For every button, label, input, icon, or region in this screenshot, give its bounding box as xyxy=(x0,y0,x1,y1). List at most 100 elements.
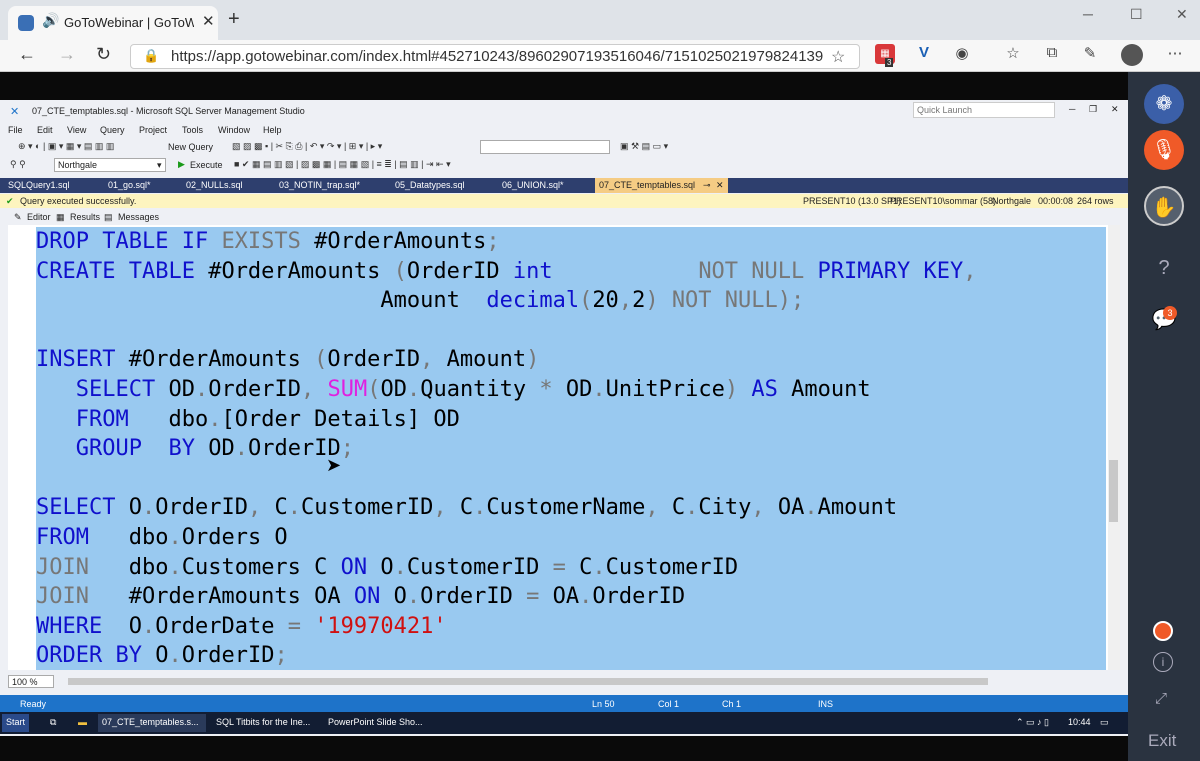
menu-edit[interactable]: Edit xyxy=(37,125,53,135)
database-name: Northgale xyxy=(58,160,98,170)
subtab-editor[interactable]: Editor xyxy=(27,212,51,222)
taskbar-item-ssms[interactable]: 07_CTE_temptables.s... xyxy=(98,714,206,732)
document-tabs xyxy=(0,178,1128,193)
mute-microphone-icon[interactable]: 🎙 xyxy=(1144,130,1184,170)
fullscreen-icon[interactable]: ⤢ xyxy=(1155,690,1167,707)
more-menu-icon[interactable]: ⋯ xyxy=(1165,44,1185,64)
pin-icon[interactable]: ⊸ xyxy=(703,180,711,191)
raise-hand-icon[interactable]: ✋ xyxy=(1144,186,1184,226)
taskbar-powerpoint-label: PowerPoint Slide Sho... xyxy=(328,717,423,727)
tray-icons[interactable]: ⌃ ▭ ♪ ▯ xyxy=(1012,714,1053,732)
extension-badge: 3 xyxy=(885,58,894,67)
execute-button[interactable]: Execute xyxy=(190,160,223,170)
database-selector[interactable]: Northgale ▾ xyxy=(54,158,166,172)
row-count: 264 rows xyxy=(1077,196,1114,206)
info-icon[interactable]: i xyxy=(1153,652,1173,672)
menu-tools[interactable]: Tools xyxy=(182,125,203,135)
menu-window[interactable]: Window xyxy=(218,125,250,135)
tab-05-datatypes[interactable]: 05_Datatypes.sql xyxy=(395,180,465,190)
ssms-restore-button[interactable]: ❐ xyxy=(1089,104,1097,115)
ready-status: Ready xyxy=(20,699,47,709)
taskbar-ssms-label: 07_CTE_temptables.s... xyxy=(102,717,199,727)
tab-06-union[interactable]: 06_UNION.sql* xyxy=(502,180,564,190)
close-icon[interactable]: ✕ xyxy=(716,180,724,191)
explorer-icon[interactable]: ▬ xyxy=(74,714,91,732)
collections-icon[interactable]: ⧉ xyxy=(1042,44,1062,64)
tab-02-nulls[interactable]: 02_NULLs.sql xyxy=(186,180,243,190)
back-icon[interactable]: ← xyxy=(18,44,36,65)
ssms-close-button[interactable]: ✕ xyxy=(1111,104,1119,115)
elapsed-time: 00:00:08 xyxy=(1038,196,1074,206)
url-field[interactable]: 🔒 https://app.gotowebinar.com/index.html… xyxy=(130,44,860,69)
close-window-button[interactable]: ✕ xyxy=(1176,6,1188,23)
toolbar-icons-right[interactable]: ▣ ⚒ ▤ ▭ ▾ xyxy=(620,141,668,152)
start-label: Start xyxy=(6,717,26,727)
record-icon[interactable] xyxy=(1153,621,1173,641)
menu-help[interactable]: Help xyxy=(263,125,282,135)
notifications-icon[interactable]: ▭ xyxy=(1096,714,1113,732)
profile-avatar[interactable] xyxy=(1121,44,1143,66)
start-button[interactable]: Start xyxy=(2,714,30,732)
toolbar-icons-mid[interactable]: ▧ ▨ ▩ ▪ | ✂ ⎘ ⎙ | ↶ ▾ ↷ ▾ | ⊞ ▾ | ▸ ▾ xyxy=(232,141,382,152)
url-text: https://app.gotowebinar.com/index.html#4… xyxy=(171,48,824,65)
toolbar-icons-left[interactable]: ⊕ ▾ ◐ | ▣ ▾ ▦ ▾ ▤ ▥ ▥ xyxy=(18,141,114,152)
close-tab-icon[interactable]: ✕ xyxy=(202,12,215,30)
browser-tab[interactable]: 🔊 GoToWebinar | GoToWebinar ✕ xyxy=(8,6,218,40)
editor-subtabs: ✎ Editor ▦ Results ▤ Messages xyxy=(0,208,1128,225)
ssms-status-bar: Ready Ln 50 Col 1 Ch 1 INS xyxy=(0,695,1128,712)
maximize-button[interactable]: ☐ xyxy=(1130,6,1143,23)
menu-file[interactable]: File xyxy=(8,125,23,135)
vertical-scrollbar[interactable] xyxy=(1108,225,1120,670)
subtab-results[interactable]: Results xyxy=(70,212,100,222)
editor-tab-icon: ✎ xyxy=(14,212,22,222)
v-extension-icon[interactable]: V xyxy=(914,44,934,64)
chat-badge: 3 xyxy=(1163,306,1177,320)
horizontal-thumb[interactable] xyxy=(68,678,988,685)
subtab-messages[interactable]: Messages xyxy=(118,212,159,222)
tab-03-notin-trap[interactable]: 03_NOTIN_trap.sql* xyxy=(279,180,360,190)
favorite-star-icon[interactable]: ☆ xyxy=(831,47,845,67)
zoom-selector[interactable]: 100 % xyxy=(8,675,54,688)
gotowebinar-favicon-icon xyxy=(18,15,34,31)
solution-config-dropdown[interactable] xyxy=(480,140,610,154)
editor-toolbar-icons[interactable]: ■ ✔ ▦ ▤ ▥ ▧ | ▨ ▩ ▦ | ▤ ▦ ▧ | ≡ ≣ | ▤ ▥ … xyxy=(234,159,451,170)
refresh-icon[interactable]: ↻ xyxy=(96,44,111,65)
zoom-level: 100 % xyxy=(12,677,38,687)
ssms-minimize-button[interactable]: ─ xyxy=(1069,104,1075,114)
chat-icon[interactable]: 💬 xyxy=(1144,300,1184,340)
menu-query[interactable]: Query xyxy=(100,125,125,135)
taskbar-titbits-label: SQL Titbits for the Ine... xyxy=(216,717,311,727)
execute-play-icon[interactable]: ▶ xyxy=(178,159,185,170)
status-message: Query executed successfully. xyxy=(20,196,137,206)
chevron-down-icon: ▾ xyxy=(157,160,162,170)
line-number: Ln 50 xyxy=(592,699,615,709)
tab-sqlquery1[interactable]: SQLQuery1.sql xyxy=(8,180,70,190)
sql-code[interactable]: DROP TABLE IF EXISTS #OrderAmounts; CREA… xyxy=(36,227,976,671)
menu-view[interactable]: View xyxy=(67,125,86,135)
clock-time: 10:44 xyxy=(1068,717,1091,727)
menu-project[interactable]: Project xyxy=(139,125,167,135)
tab-01-go[interactable]: 01_go.sql* xyxy=(108,180,151,190)
minimize-button[interactable]: ─ xyxy=(1083,6,1093,22)
connect-icons[interactable]: ⚲ ⚲ xyxy=(10,159,26,170)
quick-launch-input[interactable]: Quick Launch xyxy=(913,102,1055,118)
ssms-menubar: File Edit View Query Project Tools Windo… xyxy=(0,122,1128,138)
column-number: Col 1 xyxy=(658,699,680,709)
new-tab-button[interactable]: + xyxy=(228,8,240,31)
tab-07-cte-temptables[interactable]: 07_CTE_temptables.sql ⊸ ✕ xyxy=(595,178,728,193)
questions-icon[interactable]: ? xyxy=(1144,248,1184,288)
camera-icon[interactable]: ◉ xyxy=(952,44,972,64)
taskbar-item-powerpoint[interactable]: PowerPoint Slide Sho... xyxy=(324,714,432,732)
feedback-icon[interactable]: ✎ xyxy=(1080,44,1100,64)
grid-icon: ▦ xyxy=(56,212,65,222)
new-query-button[interactable]: New Query xyxy=(168,142,213,152)
success-check-icon: ✔ xyxy=(6,196,14,206)
forward-icon[interactable]: → xyxy=(58,44,76,65)
favorites-icon[interactable]: ☆ xyxy=(1003,44,1023,64)
scrollbar-thumb[interactable] xyxy=(1109,460,1118,522)
taskbar-item-titbits[interactable]: SQL Titbits for the Ine... xyxy=(212,714,320,732)
exit-button[interactable]: Exit xyxy=(1148,731,1176,751)
task-view-icon[interactable]: ⧉ xyxy=(46,714,60,732)
lock-icon: 🔒 xyxy=(143,48,160,63)
horizontal-scrollbar[interactable]: 100 % xyxy=(8,675,1108,689)
